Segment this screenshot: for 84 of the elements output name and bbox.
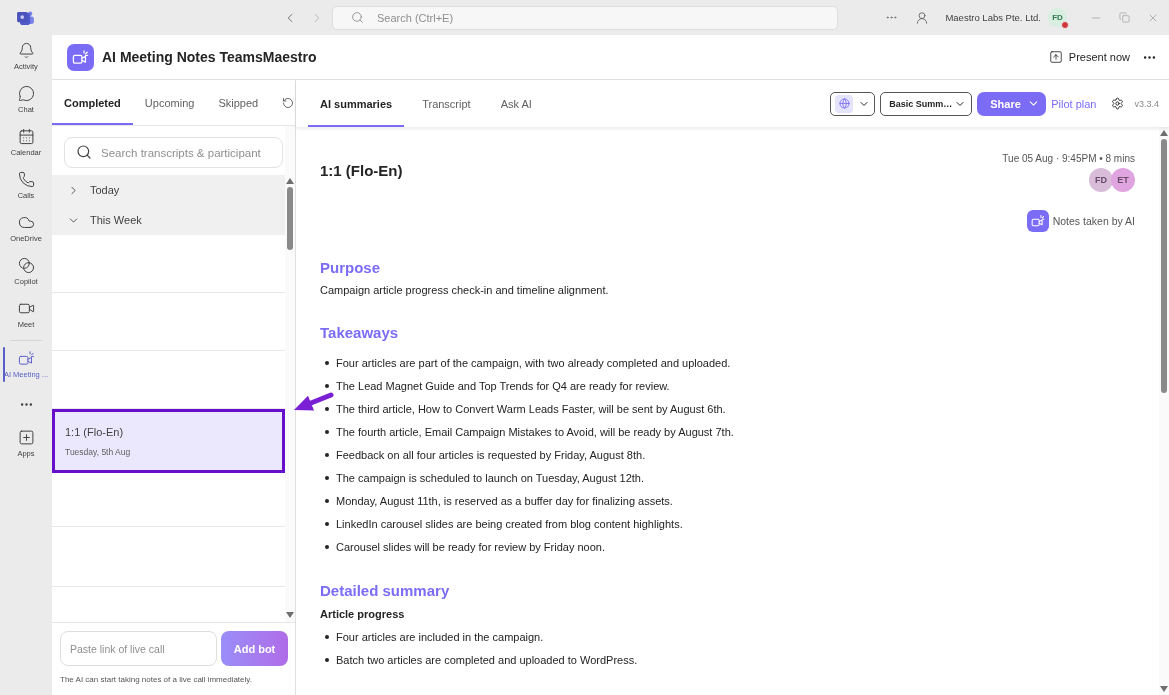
search-icon <box>76 144 92 160</box>
tab[interactable]: Skipped <box>206 80 271 125</box>
phone-icon <box>17 171 35 188</box>
calendar-icon <box>17 128 35 145</box>
section-heading: Detailed summary <box>320 581 451 600</box>
tab[interactable]: Transcript <box>410 80 483 127</box>
search-field[interactable]: Search (Ctrl+E) <box>332 5 838 30</box>
meeting-item[interactable]: 1:1 (Flo-En) Tuesday, 5th Aug <box>52 409 285 473</box>
search-icon <box>351 10 364 24</box>
template-dropdown[interactable]: Basic Summ… <box>880 91 973 116</box>
bullet-icon <box>325 635 329 639</box>
scroll-down-icon[interactable] <box>1160 686 1168 692</box>
person-icon[interactable] <box>915 10 930 25</box>
bullet-text: Carousel slides will be ready for review by Friday noon. <box>336 540 605 554</box>
scrollbar[interactable] <box>285 126 295 622</box>
plan-link[interactable]: Pilot plan <box>1051 97 1097 110</box>
annotation-arrow <box>294 392 334 411</box>
meeting-date: Tuesday, 5th Aug <box>65 446 132 457</box>
hint-text: The AI can start taking notes of a live call immediately. <box>60 675 253 684</box>
app-icon <box>67 43 94 71</box>
organization-name: Maestro Labs Pte. Ltd. <box>945 12 1041 23</box>
overlapping-circles-icon <box>17 257 35 274</box>
bullet-icon <box>325 476 329 480</box>
bullet-text: The third article, How to Convert Warm Leads Faster, will be sent by August 6th. <box>336 402 726 416</box>
bullet-text: LinkedIn carousel slides are being created from blog content highlights. <box>336 517 683 531</box>
group-header[interactable]: Today <box>52 175 285 205</box>
bullet-text: The Lead Magnet Guide and Top Trends for Q4 are ready for review. <box>336 379 670 393</box>
tab[interactable]: Completed <box>52 80 133 125</box>
bullet-icon <box>325 658 329 662</box>
bullet-icon <box>325 361 329 365</box>
meeting-meta: Tue 05 Aug · 9:45PM • 8 mins <box>1002 153 1135 164</box>
group-header[interactable]: This Week <box>52 205 285 235</box>
camera-sparkle-icon <box>17 350 35 367</box>
cloud-icon <box>17 214 35 231</box>
bullet-icon <box>325 453 329 457</box>
bullet-text: Monday, August 11th, is reserved as a buffer day for finalizing assets. <box>336 494 673 508</box>
link-input-field[interactable]: Paste link of live call <box>60 631 217 666</box>
participant-avatar: ET <box>1111 168 1135 192</box>
settings-icon[interactable] <box>1111 97 1125 110</box>
plus-square-icon <box>17 429 35 446</box>
notes-label: Notes taken by AI <box>1052 215 1135 227</box>
language-dropdown[interactable] <box>830 91 876 116</box>
bullet-text: The fourth article, Email Campaign Mistakes to Avoid, will be ready by August 7th. <box>336 425 734 439</box>
section-heading: Purpose <box>320 258 381 277</box>
present-button[interactable]: Present now <box>1048 50 1130 64</box>
bullet-icon <box>325 499 329 503</box>
share-screen-icon <box>1048 50 1063 64</box>
bullet-icon <box>325 384 329 388</box>
bullet-icon <box>325 407 329 411</box>
bullet-icon <box>325 430 329 434</box>
chat-bubble-icon <box>17 85 35 102</box>
bullet-text: Batch two articles are completed and uploaded to WordPress. <box>336 653 638 667</box>
bullet-text: Feedback on all four articles is requested by Friday, August 8th. <box>336 448 646 462</box>
scrollbar[interactable] <box>1159 127 1169 695</box>
share-button[interactable]: Share <box>977 91 1047 116</box>
scroll-up-icon[interactable] <box>286 178 294 184</box>
bullet-text: Four articles are part of the campaign, with two already completed and uploaded. <box>336 356 731 370</box>
scrollbar-thumb[interactable] <box>1161 139 1167 393</box>
camera-sparkle-icon <box>1026 210 1049 232</box>
bullet-icon <box>325 545 329 549</box>
bullet-icon <box>325 522 329 526</box>
version-label: v3.3.4 <box>1134 98 1159 109</box>
paragraph: Campaign article progress check-in and timeline alignment. <box>320 283 610 297</box>
refresh-icon[interactable] <box>282 96 295 109</box>
tab[interactable]: AI summaries <box>308 80 405 127</box>
bullet-text: Four articles are included in the campaign. <box>336 630 544 644</box>
globe-icon <box>835 94 854 113</box>
tab[interactable]: Ask AI <box>488 80 544 127</box>
search-field[interactable]: Search transcripts & participant <box>64 137 283 168</box>
scroll-down-icon[interactable] <box>286 612 294 618</box>
bullet-text: The campaign is scheduled to launch on Tuesday, August 12th. <box>336 471 644 485</box>
app-title: AI Meeting Notes TeamsMaestro <box>102 49 317 65</box>
scroll-up-icon[interactable] <box>1160 130 1168 136</box>
section-heading: Takeaways <box>320 323 400 342</box>
subheading: Article progress <box>320 607 406 621</box>
tab[interactable]: Upcoming <box>132 80 207 125</box>
meeting-title: 1:1 (Flo-En) <box>320 162 403 179</box>
participant-avatar: FD <box>1089 168 1113 192</box>
user-avatar[interactable]: FD <box>1048 8 1067 27</box>
meeting-title: 1:1 (Flo-En) <box>65 425 125 438</box>
logo-icon[interactable] <box>17 10 34 25</box>
presence-dot-icon <box>1061 21 1069 29</box>
scrollbar-thumb[interactable] <box>287 187 293 250</box>
bell-icon <box>17 42 35 59</box>
